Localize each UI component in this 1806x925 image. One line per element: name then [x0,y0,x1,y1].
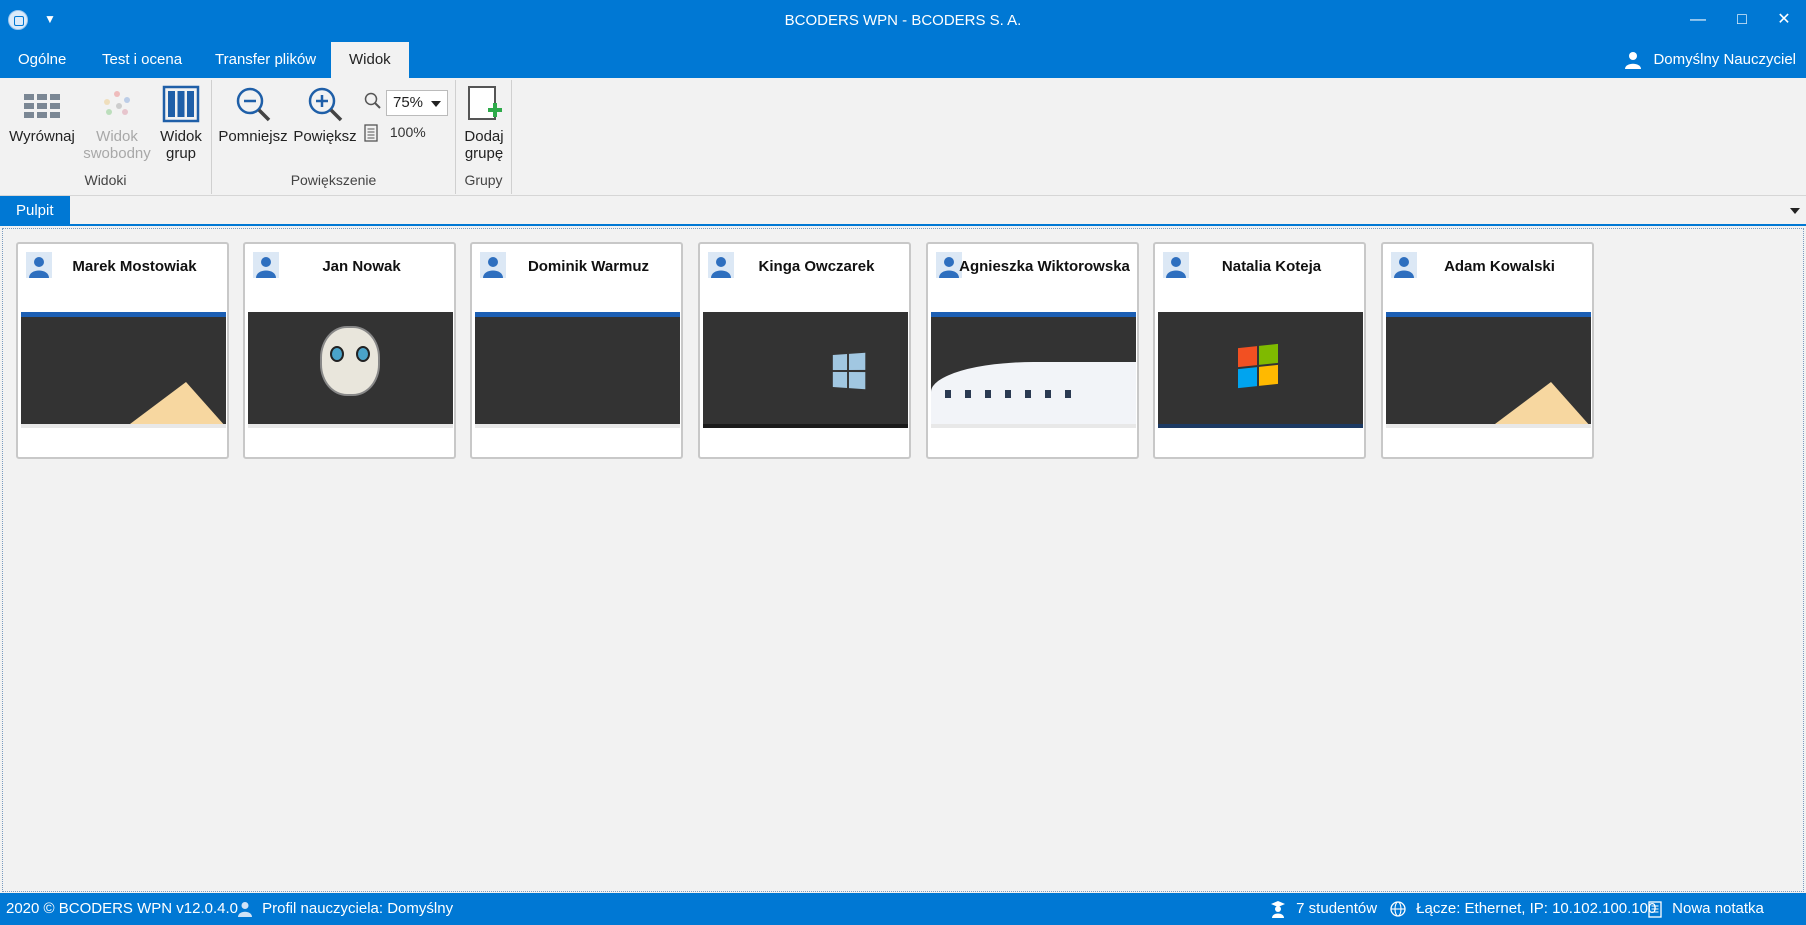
close-button[interactable]: ✕ [1766,6,1802,34]
globe-icon [1390,901,1406,917]
ribbon-group-widoki: Wyrównaj Widok swobodny Widok grup Widok… [0,80,212,194]
tab-pulpit[interactable]: Pulpit [0,196,70,226]
new-note-button[interactable]: Nowa notatka [1648,893,1764,925]
student-name: Dominik Warmuz [527,258,650,275]
user-icon [1625,52,1642,70]
ribbon-group-grupy: Dodaj grupę Grupy [456,80,512,194]
zoom-100-button[interactable]: 100% [364,124,426,142]
zoom-100-label: 100% [389,124,426,140]
tab-transfer-plikow[interactable]: Transfer plików [197,42,334,78]
zoom-out-icon [236,87,271,122]
window-title: BCODERS WPN - BCODERS S. A. [784,12,1022,29]
student-screen-thumbnail[interactable] [248,312,453,428]
copyright-version: 2020 © BCODERS WPN v12.0.4.0 [6,900,238,917]
user-name: Domyślny Nauczyciel [1653,51,1796,68]
student-card[interactable]: Kinga Owczarek [698,242,911,459]
wyrownaj-button[interactable]: Wyrównaj [6,84,78,145]
new-note-label: Nowa notatka [1672,900,1764,917]
dodaj-grupe-button[interactable]: Dodaj grupę [458,84,510,162]
student-name: Agnieszka Wiktorowska [959,258,1130,275]
widok-grup-button[interactable]: Widok grup [154,84,208,162]
student-screen-thumbnail[interactable] [1158,312,1363,428]
zoom-level-value: 75% [393,94,424,111]
student-card[interactable]: Agnieszka Wiktorowska [926,242,1139,459]
teacher-profile-status[interactable]: Profil nauczyciela: Domyślny [238,893,453,925]
user-icon [238,902,252,918]
pomniejsz-button[interactable]: Pomniejsz [218,84,288,145]
student-screen-thumbnail[interactable] [931,312,1136,428]
student-name: Natalia Koteja [1221,258,1322,275]
student-screen-thumbnail[interactable] [475,312,680,428]
widok-swobodny-label-1: Widok [96,128,138,145]
columns-icon [162,85,200,123]
scatter-dots-icon [104,91,130,115]
widoki-group-label: Widoki [84,172,127,188]
widok-grup-label-2: grup [165,145,197,162]
chevron-down-icon [431,101,441,107]
note-icon [1648,900,1662,918]
tab-test-i-ocena[interactable]: Test i ocena [84,42,200,78]
widok-swobodny-button[interactable]: Widok swobodny [80,84,154,162]
students-count-label: 7 studentów [1296,900,1378,917]
student-card[interactable]: Jan Nowak [243,242,456,459]
student-card[interactable]: Marek Mostowiak [16,242,229,459]
student-desktop-area[interactable]: Marek Mostowiak Jan Nowak Dominik Warmuz… [2,228,1804,892]
student-screen-thumbnail[interactable] [703,312,908,428]
connection-label: Łącze: Ethernet, IP: 10.102.100.100 [1416,900,1657,917]
student-screen-thumbnail[interactable] [21,312,226,428]
grid-icon [24,94,60,118]
tab-widok[interactable]: Widok [331,42,409,78]
student-card[interactable]: Adam Kowalski [1381,242,1594,459]
students-count-status[interactable]: 7 studentów [1270,893,1377,925]
ribbon-group-powiekszenie: Pomniejsz Powiększ 75% 100% Powiększenie [212,80,456,194]
student-graduate-icon [1271,901,1285,919]
magnifier-icon [364,92,381,109]
minimize-button[interactable]: — [1680,6,1716,34]
student-screen-thumbnail[interactable] [1386,312,1591,428]
powieksz-button[interactable]: Powiększ [292,84,358,145]
menu-bar: Ogólne Test i ocena Transfer plików Wido… [0,42,1806,78]
page-icon [364,124,378,142]
student-card[interactable]: Natalia Koteja [1153,242,1366,459]
teacher-profile-label: Profil nauczyciela: Domyślny [262,900,454,917]
tab-ogolne[interactable]: Ogólne [0,42,84,78]
powiekszenie-group-label: Powiększenie [290,172,377,188]
powieksz-label: Powiększ [293,128,357,145]
grupy-group-label: Grupy [464,172,503,188]
title-bar: ▼ BCODERS WPN - BCODERS S. A. — □ ✕ [0,0,1806,42]
student-name: Kinga Owczarek [758,258,875,275]
student-name: Adam Kowalski [1444,258,1555,275]
wyrownaj-label: Wyrównaj [9,128,75,145]
pomniejsz-label: Pomniejsz [218,128,288,145]
widok-swobodny-label-2: swobodny [83,145,151,162]
student-name: Marek Mostowiak [72,258,197,275]
workspace-tab-bar: Pulpit [0,196,1806,226]
widok-grup-label-1: Widok [160,128,202,145]
ribbon: Wyrównaj Widok swobodny Widok grup Widok… [0,78,1806,196]
user-menu[interactable]: Domyślny Nauczyciel [1625,42,1796,78]
add-group-icon [468,86,502,120]
zoom-in-icon [308,87,343,122]
dodaj-grupe-label-2: grupę [464,145,504,162]
maximize-button[interactable]: □ [1724,6,1760,34]
connection-status[interactable]: Łącze: Ethernet, IP: 10.102.100.100 [1390,893,1656,925]
dodaj-grupe-label-1: Dodaj [464,128,504,145]
tab-list-dropdown-icon[interactable] [1790,208,1800,214]
student-card[interactable]: Dominik Warmuz [470,242,683,459]
zoom-level-select[interactable]: 75% [386,90,448,116]
status-bar: 2020 © BCODERS WPN v12.0.4.0 Profil nauc… [0,893,1806,925]
student-name: Jan Nowak [322,258,401,275]
